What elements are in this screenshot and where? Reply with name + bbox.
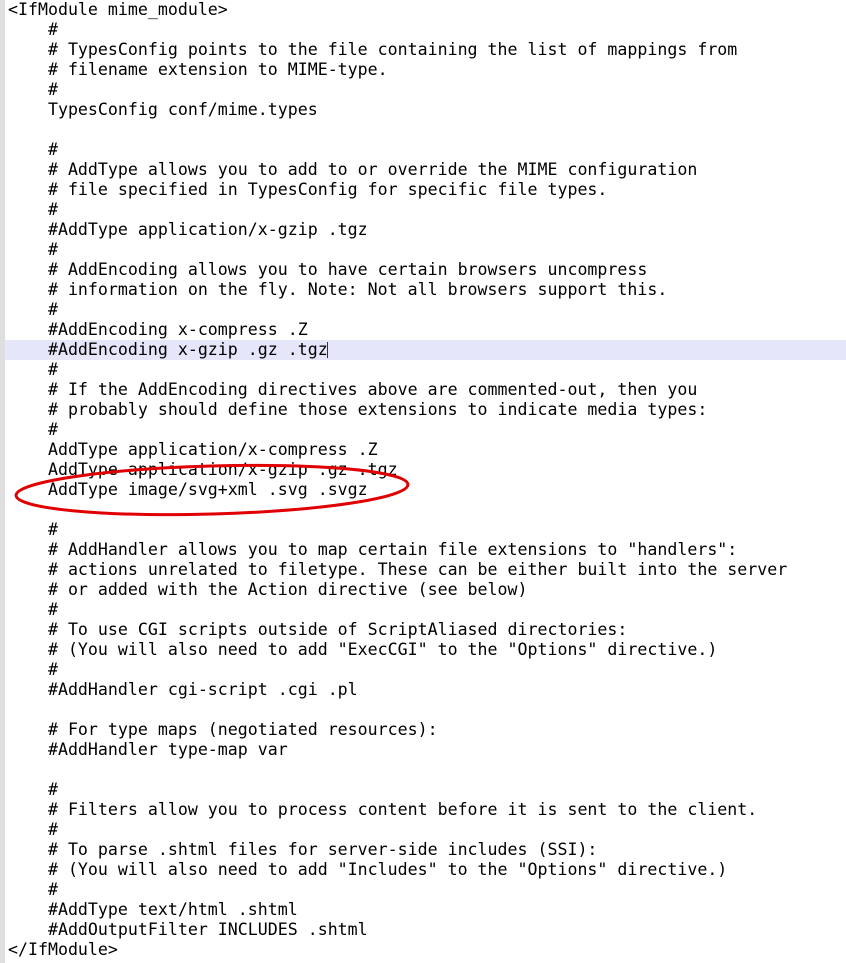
code-line-text: # <box>8 140 58 159</box>
code-line[interactable]: </IfModule> <box>0 940 846 960</box>
code-line[interactable]: # probably should define those extension… <box>0 400 846 420</box>
code-line-text: # AddEncoding allows you to have certain… <box>8 260 648 279</box>
code-line-text: # filename extension to MIME-type. <box>8 60 388 79</box>
code-line[interactable]: # TypesConfig points to the file contain… <box>0 40 846 60</box>
code-line[interactable]: # (You will also need to add "ExecCGI" t… <box>0 640 846 660</box>
code-line-text: #AddEncoding x-gzip .gz .tgz <box>8 340 328 359</box>
code-line[interactable]: # To use CGI scripts outside of ScriptAl… <box>0 620 846 640</box>
code-line[interactable]: # <box>0 520 846 540</box>
code-line[interactable]: # <box>0 300 846 320</box>
code-line[interactable]: #AddType application/x-gzip .tgz <box>0 220 846 240</box>
code-line[interactable]: # information on the fly. Note: Not all … <box>0 280 846 300</box>
code-line[interactable]: # Filters allow you to process content b… <box>0 800 846 820</box>
code-line-text: <IfModule mime_module> <box>8 0 228 19</box>
code-line-text: # AddType allows you to add to or overri… <box>8 160 698 179</box>
code-line[interactable]: # <box>0 600 846 620</box>
code-line-text: AddType image/svg+xml .svg .svgz <box>8 480 368 499</box>
code-line[interactable]: # (You will also need to add "Includes" … <box>0 860 846 880</box>
code-line-text: # actions unrelated to filetype. These c… <box>8 560 788 579</box>
code-line-text: #AddType application/x-gzip .tgz <box>8 220 368 239</box>
code-line-text: # <box>8 600 58 619</box>
code-line[interactable]: # <box>0 20 846 40</box>
config-file-editor[interactable]: <IfModule mime_module> # # TypesConfig p… <box>0 0 846 963</box>
code-line[interactable]: # actions unrelated to filetype. These c… <box>0 560 846 580</box>
code-line-text: # file specified in TypesConfig for spec… <box>8 180 608 199</box>
code-line-text: AddType application/x-gzip .gz .tgz <box>8 460 398 479</box>
code-line[interactable]: # <box>0 820 846 840</box>
code-line[interactable]: # If the AddEncoding directives above ar… <box>0 380 846 400</box>
code-line[interactable]: # filename extension to MIME-type. <box>0 60 846 80</box>
code-line-text: # <box>8 660 58 679</box>
code-line[interactable]: # file specified in TypesConfig for spec… <box>0 180 846 200</box>
code-line-text: </IfModule> <box>8 940 118 959</box>
code-line-text: # AddHandler allows you to map certain f… <box>8 540 738 559</box>
code-line[interactable]: # <box>0 880 846 900</box>
code-line-text: # Filters allow you to process content b… <box>8 800 758 819</box>
code-line[interactable]: # <box>0 360 846 380</box>
code-line-text: # <box>8 520 58 539</box>
code-line-text: # <box>8 20 58 39</box>
code-line[interactable]: AddType application/x-gzip .gz .tgz <box>0 460 846 480</box>
code-line-text: TypesConfig conf/mime.types <box>8 100 318 119</box>
code-line-text: # <box>8 820 58 839</box>
code-line[interactable]: # <box>0 240 846 260</box>
code-line-text: #AddType text/html .shtml <box>8 900 298 919</box>
code-line-text: # <box>8 80 58 99</box>
code-line-text: # (You will also need to add "Includes" … <box>8 860 728 879</box>
code-line[interactable]: AddType image/svg+xml .svg .svgz <box>0 480 846 500</box>
code-line[interactable]: # <box>0 140 846 160</box>
code-line[interactable] <box>0 700 846 720</box>
code-line[interactable]: TypesConfig conf/mime.types <box>0 100 846 120</box>
code-line-text: # <box>8 780 58 799</box>
code-line[interactable]: # <box>0 200 846 220</box>
code-line[interactable]: # For type maps (negotiated resources): <box>0 720 846 740</box>
code-line[interactable] <box>0 120 846 140</box>
code-line-text: # (You will also need to add "ExecCGI" t… <box>8 640 718 659</box>
code-line[interactable]: # <box>0 660 846 680</box>
code-line-text: # <box>8 200 58 219</box>
code-line[interactable]: # AddType allows you to add to or overri… <box>0 160 846 180</box>
code-line-text: AddType application/x-compress .Z <box>8 440 378 459</box>
code-line[interactable] <box>0 500 846 520</box>
code-line[interactable]: # <box>0 420 846 440</box>
code-line[interactable]: # or added with the Action directive (se… <box>0 580 846 600</box>
editor-left-gutter <box>0 0 5 963</box>
code-line-text: # If the AddEncoding directives above ar… <box>8 380 698 399</box>
code-line-text: # <box>8 420 58 439</box>
code-line[interactable]: #AddEncoding x-compress .Z <box>0 320 846 340</box>
code-line[interactable]: AddType application/x-compress .Z <box>0 440 846 460</box>
code-line[interactable]: #AddOutputFilter INCLUDES .shtml <box>0 920 846 940</box>
code-line-text: # probably should define those extension… <box>8 400 708 419</box>
code-line[interactable]: #AddHandler cgi-script .cgi .pl <box>0 680 846 700</box>
code-line-text: # To use CGI scripts outside of ScriptAl… <box>8 620 628 639</box>
code-line-text: # information on the fly. Note: Not all … <box>8 280 668 299</box>
text-cursor <box>326 342 328 358</box>
code-line-text: # <box>8 880 58 899</box>
code-line-text: # <box>8 360 58 379</box>
code-line-text: # To parse .shtml files for server-side … <box>8 840 598 859</box>
code-line-text: # <box>8 240 58 259</box>
code-line-text: # For type maps (negotiated resources): <box>8 720 438 739</box>
code-line[interactable]: # <box>0 80 846 100</box>
code-line[interactable]: #AddHandler type-map var <box>0 740 846 760</box>
code-line-text: # <box>8 300 58 319</box>
code-line-text: #AddHandler cgi-script .cgi .pl <box>8 680 358 699</box>
code-line[interactable]: <IfModule mime_module> <box>0 0 846 20</box>
code-line-text: #AddEncoding x-compress .Z <box>8 320 308 339</box>
code-line-text: # or added with the Action directive (se… <box>8 580 528 599</box>
code-line-active[interactable]: #AddEncoding x-gzip .gz .tgz <box>0 340 846 360</box>
code-line-text: # TypesConfig points to the file contain… <box>8 40 738 59</box>
code-text-area[interactable]: <IfModule mime_module> # # TypesConfig p… <box>0 0 846 963</box>
code-line-text: #AddHandler type-map var <box>8 740 288 759</box>
code-line[interactable]: # To parse .shtml files for server-side … <box>0 840 846 860</box>
code-line-text: #AddOutputFilter INCLUDES .shtml <box>8 920 368 939</box>
code-line[interactable]: # <box>0 780 846 800</box>
code-line[interactable] <box>0 760 846 780</box>
code-line[interactable]: #AddType text/html .shtml <box>0 900 846 920</box>
code-line[interactable]: # AddEncoding allows you to have certain… <box>0 260 846 280</box>
code-line[interactable]: # AddHandler allows you to map certain f… <box>0 540 846 560</box>
